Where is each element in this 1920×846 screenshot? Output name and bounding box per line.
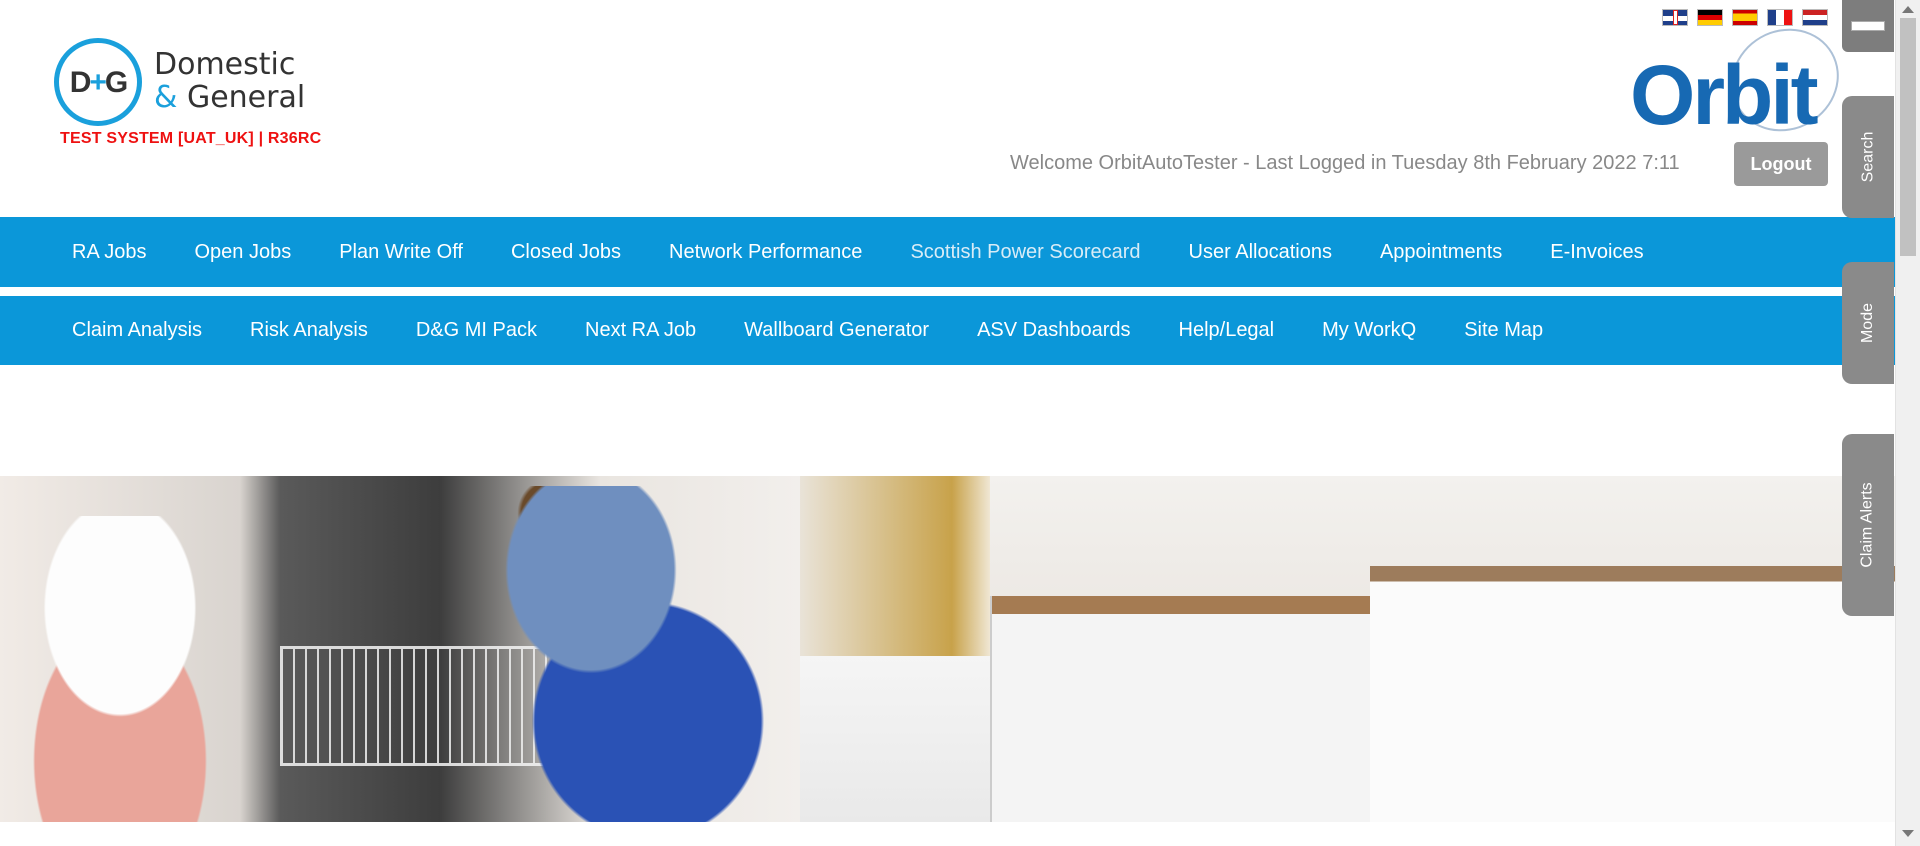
scroll-up-icon[interactable]	[1902, 6, 1914, 13]
page-header: D+G Domestic & General TEST SYSTEM [UAT_…	[0, 0, 1895, 216]
search-side-tab[interactable]: Search	[1842, 96, 1894, 218]
nav-wallboard-generator[interactable]: Wallboard Generator	[720, 319, 953, 342]
nav-e-invoices[interactable]: E-Invoices	[1526, 241, 1667, 264]
nav-claim-analysis[interactable]: Claim Analysis	[48, 319, 226, 342]
nav-network-performance[interactable]: Network Performance	[645, 241, 886, 264]
engineer-figure	[420, 486, 800, 822]
page-scrollbar[interactable]	[1895, 0, 1920, 846]
logo-mark: D+G	[69, 66, 129, 99]
minimize-icon	[1851, 21, 1885, 31]
nav-my-workq[interactable]: My WorkQ	[1298, 319, 1440, 342]
nav-closed-jobs[interactable]: Closed Jobs	[487, 241, 645, 264]
nav-open-jobs[interactable]: Open Jobs	[170, 241, 315, 264]
nav-ra-jobs[interactable]: RA Jobs	[48, 241, 170, 264]
nav-user-allocations[interactable]: User Allocations	[1165, 241, 1356, 264]
side-panel-toggle[interactable]	[1842, 0, 1894, 52]
orbit-wordmark: Orbit	[1630, 48, 1819, 142]
hero-engineer-scene	[0, 476, 800, 822]
logout-button[interactable]: Logout	[1734, 142, 1828, 186]
german-flag-icon[interactable]	[1697, 9, 1723, 26]
french-flag-icon[interactable]	[1767, 9, 1793, 26]
secondary-nav: Claim Analysis Risk Analysis D&G MI Pack…	[0, 296, 1895, 365]
hero-kitchen-scene	[800, 476, 1895, 822]
nav-site-map[interactable]: Site Map	[1440, 319, 1567, 342]
nav-scottish-power-scorecard[interactable]: Scottish Power Scorecard	[886, 241, 1164, 264]
nav-appointments[interactable]: Appointments	[1356, 241, 1526, 264]
mode-side-tab[interactable]: Mode	[1842, 262, 1894, 384]
language-selector	[1662, 9, 1828, 26]
claim-alerts-side-tab[interactable]: Claim Alerts	[1842, 434, 1894, 616]
spanish-flag-icon[interactable]	[1732, 9, 1758, 26]
primary-nav: RA Jobs Open Jobs Plan Write Off Closed …	[0, 217, 1895, 287]
logo-text: Domestic & General	[154, 47, 306, 115]
domestic-general-logo[interactable]: D+G Domestic & General	[54, 38, 314, 128]
nav-next-ra-job[interactable]: Next RA Job	[561, 319, 720, 342]
customer-figure	[20, 516, 270, 822]
nav-help-legal[interactable]: Help/Legal	[1155, 319, 1299, 342]
nav-risk-analysis[interactable]: Risk Analysis	[226, 319, 392, 342]
kitchen-counter	[1370, 566, 1895, 822]
uk-flag-icon[interactable]	[1662, 9, 1688, 26]
nav-plan-write-off[interactable]: Plan Write Off	[315, 241, 487, 264]
nav-asv-dashboards[interactable]: ASV Dashboards	[953, 319, 1154, 342]
orbit-logo: Orbit	[1630, 9, 1858, 151]
nav-dg-mi-pack[interactable]: D&G MI Pack	[392, 319, 561, 342]
test-system-banner: TEST SYSTEM [UAT_UK] | R36RC	[60, 130, 322, 147]
hero-image	[0, 476, 1895, 822]
kitchen-window	[800, 476, 990, 656]
welcome-message: Welcome OrbitAutoTester - Last Logged in…	[1010, 152, 1680, 174]
dutch-flag-icon[interactable]	[1802, 9, 1828, 26]
scroll-down-icon[interactable]	[1902, 830, 1914, 837]
scroll-thumb[interactable]	[1900, 18, 1916, 256]
